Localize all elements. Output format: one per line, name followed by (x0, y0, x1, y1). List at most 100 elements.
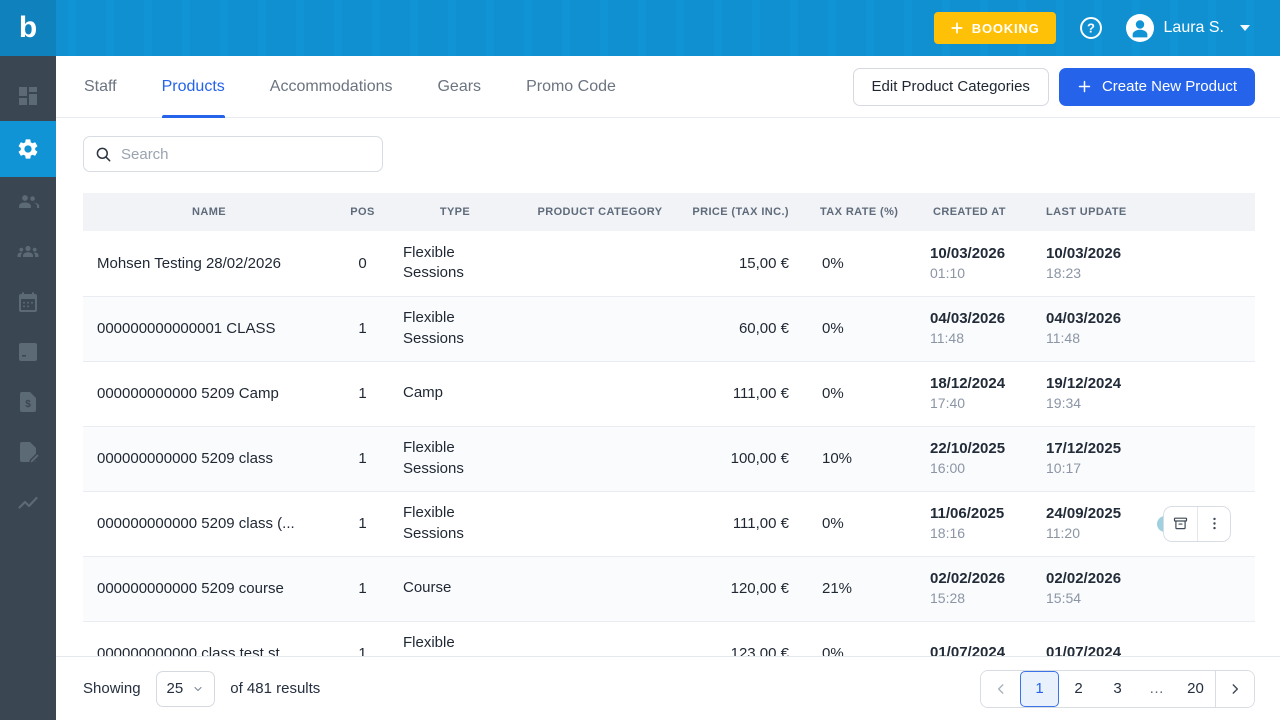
next-page-button[interactable] (1215, 671, 1254, 707)
pagination: 123…20 (980, 670, 1255, 708)
category-cell (520, 491, 680, 556)
created-time: 11:48 (930, 329, 1020, 348)
row-actions-cell (1140, 361, 1255, 426)
sidebar-item-groups[interactable] (0, 227, 56, 277)
page-button-1[interactable]: 1 (1020, 671, 1059, 707)
pos-cell: 0 (335, 231, 390, 296)
edit-document-icon (16, 440, 40, 464)
main-content: Staff Products Accommodations Gears Prom… (56, 56, 1280, 656)
last-update-cell: 04/03/2026 11:48 (1020, 296, 1140, 361)
created-date: 02/02/2026 (930, 569, 1020, 589)
category-cell (520, 296, 680, 361)
caret-down-icon (192, 683, 204, 695)
price-cell: 123,00 € (680, 621, 800, 656)
sidebar-item-customers[interactable] (0, 177, 56, 227)
column-header-pos: POS (335, 193, 390, 231)
archive-button[interactable] (1164, 507, 1197, 541)
table-row[interactable]: Mohsen Testing 28/02/2026 0 Flexible Ses… (83, 231, 1255, 296)
created-at-cell: 02/02/2026 15:28 (905, 556, 1020, 621)
table-row[interactable]: 000000000000 5209 Camp 1 Camp 111,00 € 0… (83, 361, 1255, 426)
price-cell: 120,00 € (680, 556, 800, 621)
prev-page-button[interactable] (981, 671, 1020, 707)
group-icon (16, 240, 40, 264)
help-button[interactable]: ? (1078, 15, 1104, 41)
page-button-3[interactable]: 3 (1098, 671, 1137, 707)
tab-promo-code[interactable]: Promo Code (526, 56, 616, 118)
plus-icon (1077, 79, 1092, 94)
table-row[interactable]: 000000000000 5209 class 1 Flexible Sessi… (83, 426, 1255, 491)
pos-cell: 1 (335, 296, 390, 361)
chevron-left-icon (994, 682, 1008, 696)
tax-rate-cell: 10% (800, 426, 905, 491)
chart-icon (16, 490, 40, 514)
tab-gears[interactable]: Gears (437, 56, 481, 118)
column-header-product-category: PRODUCT CATEGORY (520, 193, 680, 231)
showing-label: Showing (83, 680, 141, 697)
tab-accommodations[interactable]: Accommodations (270, 56, 393, 118)
updated-date: 01/07/2024 (1046, 643, 1140, 656)
calendar-icon (16, 290, 40, 314)
column-header-created-at: CREATED AT (905, 193, 1020, 231)
tax-rate-cell: 0% (800, 621, 905, 656)
created-at-cell: 18/12/2024 17:40 (905, 361, 1020, 426)
edit-product-categories-button[interactable]: Edit Product Categories (853, 68, 1049, 106)
products-table: NAMEPOSTYPEPRODUCT CATEGORYPRICE (TAX IN… (83, 193, 1255, 656)
updated-time: 15:54 (1046, 589, 1140, 608)
sidebar-item-reports[interactable] (0, 477, 56, 527)
create-new-product-label: Create New Product (1102, 78, 1237, 95)
app-logo[interactable]: b (0, 0, 56, 56)
results-label: of 481 results (230, 680, 320, 697)
last-update-cell: 17/12/2025 10:17 (1020, 426, 1140, 491)
create-new-product-button[interactable]: Create New Product (1059, 68, 1255, 106)
tax-rate-cell: 0% (800, 491, 905, 556)
created-date: 04/03/2026 (930, 309, 1020, 329)
table-row[interactable]: 000000000000001 CLASS 1 Flexible Session… (83, 296, 1255, 361)
updated-time: 10:17 (1046, 459, 1140, 478)
page-ellipsis: … (1137, 671, 1176, 707)
price-cell: 60,00 € (680, 296, 800, 361)
table-row[interactable]: 000000000000 5209 class (... 1 Flexible … (83, 491, 1255, 556)
updated-time: 18:23 (1046, 264, 1140, 283)
archive-icon (1172, 515, 1189, 532)
price-cell: 15,00 € (680, 231, 800, 296)
table-row[interactable]: 000000000000 5209 course 1 Course 120,00… (83, 556, 1255, 621)
page-button-20[interactable]: 20 (1176, 671, 1215, 707)
last-update-cell: 10/03/2026 18:23 (1020, 231, 1140, 296)
column-header-tax-rate: TAX RATE (%) (800, 193, 905, 231)
row-menu-button[interactable] (1197, 507, 1230, 541)
product-name-cell: 000000000000 5209 class (... (83, 491, 335, 556)
sidebar-item-calendar[interactable] (0, 277, 56, 327)
tab-products[interactable]: Products (162, 56, 225, 118)
last-update-cell: 19/12/2024 19:34 (1020, 361, 1140, 426)
svg-text:$: $ (25, 399, 31, 410)
created-time: 16:00 (930, 459, 1020, 478)
sidebar-item-contracts[interactable] (0, 427, 56, 477)
type-cell: Course (390, 556, 520, 621)
table-row[interactable]: 000000000000 class test st 1 Flexible Se… (83, 621, 1255, 656)
page-button-2[interactable]: 2 (1059, 671, 1098, 707)
sidebar: $ (0, 56, 56, 720)
search-box (83, 136, 383, 172)
updated-time: 19:34 (1046, 394, 1140, 413)
created-time: 17:40 (930, 394, 1020, 413)
sidebar-item-invoices[interactable]: $ (0, 377, 56, 427)
sidebar-item-dashboard[interactable] (0, 71, 56, 121)
updated-date: 04/03/2026 (1046, 309, 1140, 329)
column-header-price-tax-inc: PRICE (TAX INC.) (680, 193, 800, 231)
avatar-icon (1126, 14, 1154, 42)
tab-staff[interactable]: Staff (84, 56, 117, 118)
type-cell: Flexible Sessions (390, 491, 520, 556)
category-cell (520, 231, 680, 296)
sidebar-item-settings[interactable] (0, 121, 56, 177)
users-icon (16, 190, 40, 214)
user-menu[interactable]: Laura S. (1126, 14, 1250, 42)
created-at-cell: 22/10/2025 16:00 (905, 426, 1020, 491)
product-name-cell: 000000000000 5209 course (83, 556, 335, 621)
sidebar-item-tasks[interactable] (0, 327, 56, 377)
footer: Showing 25 of 481 results 123…20 (56, 656, 1280, 720)
pos-cell: 1 (335, 621, 390, 656)
page-size-select[interactable]: 25 (156, 671, 216, 707)
search-input[interactable] (121, 146, 372, 163)
created-date: 18/12/2024 (930, 374, 1020, 394)
booking-button[interactable]: BOOKING (934, 12, 1056, 44)
